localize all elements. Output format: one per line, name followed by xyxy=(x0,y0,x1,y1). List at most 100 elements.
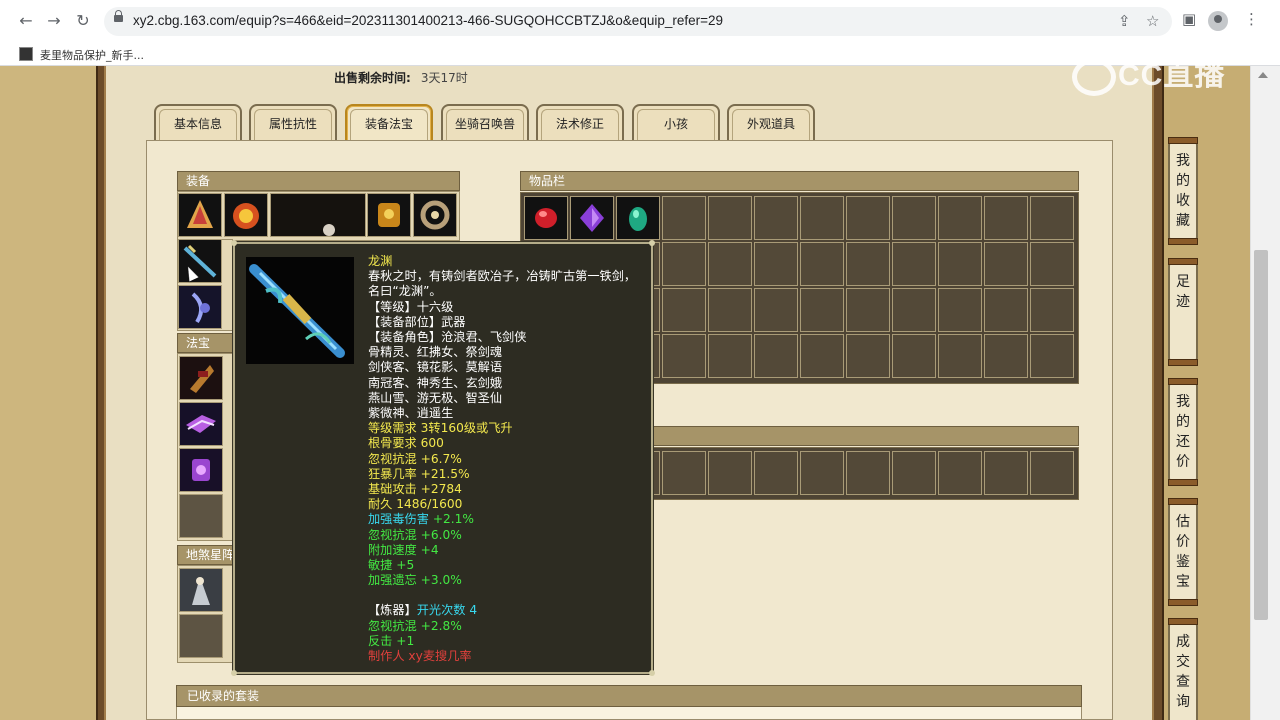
inventory-slot[interactable] xyxy=(754,242,798,286)
address-bar[interactable]: xy2.cbg.163.com/equip?s=466&eid=20231130… xyxy=(104,7,1172,36)
inventory-slot[interactable] xyxy=(846,334,890,378)
valuation-button[interactable]: 估价鉴宝 xyxy=(1168,498,1198,606)
sword-item-icon xyxy=(179,240,221,282)
tab-mounts[interactable]: 坐骑召唤兽 xyxy=(441,104,529,142)
inventory-slot[interactable] xyxy=(892,242,936,286)
bargain-label: 我的还价 xyxy=(1170,392,1196,472)
tab-equipment[interactable]: 装备法宝 xyxy=(345,104,433,142)
equip-slot-shoes[interactable] xyxy=(178,285,222,329)
inventory-slot[interactable] xyxy=(846,196,890,240)
inventory-slot[interactable] xyxy=(938,242,982,286)
storage-slot[interactable] xyxy=(846,451,890,495)
level-requirement: 等级需求 3转160级或飞升 xyxy=(368,421,513,436)
inventory-slot[interactable] xyxy=(892,334,936,378)
tab-appearance[interactable]: 外观道具 xyxy=(727,104,815,142)
storage-slot[interactable] xyxy=(754,451,798,495)
inventory-slot[interactable] xyxy=(662,242,706,286)
inventory-slot[interactable] xyxy=(662,334,706,378)
inventory-slot[interactable] xyxy=(846,242,890,286)
inventory-slot[interactable] xyxy=(754,334,798,378)
menu-kebab-icon[interactable]: ⋮ xyxy=(1244,10,1259,28)
inventory-slot[interactable] xyxy=(846,288,890,332)
durability: 耐久 1486/1600 xyxy=(368,497,463,512)
inventory-slot[interactable] xyxy=(570,196,614,240)
equip-slot-belt[interactable] xyxy=(413,193,457,237)
reload-icon[interactable]: ↻ xyxy=(73,11,93,31)
disha-slot-empty[interactable] xyxy=(179,614,223,658)
disha-slot-1[interactable] xyxy=(179,568,223,612)
storage-slot[interactable] xyxy=(984,451,1028,495)
inventory-slot[interactable] xyxy=(1030,288,1074,332)
storage-slot[interactable] xyxy=(708,451,752,495)
inventory-slot[interactable] xyxy=(616,196,660,240)
tab-attributes[interactable]: 属性抗性 xyxy=(249,104,337,142)
storage-slot[interactable] xyxy=(662,451,706,495)
inventory-slot[interactable] xyxy=(1030,334,1074,378)
inventory-slot[interactable] xyxy=(984,242,1028,286)
equip-slot-weapon[interactable] xyxy=(178,239,222,283)
storage-slot[interactable] xyxy=(892,451,936,495)
inventory-slot[interactable] xyxy=(938,288,982,332)
fabao-book-icon xyxy=(180,403,222,445)
inventory-slot[interactable] xyxy=(708,242,752,286)
item-roles-line: 剑侠客、镜花影、莫解语 xyxy=(368,360,503,375)
equip-slot-hat[interactable] xyxy=(178,193,222,237)
inventory-slot[interactable] xyxy=(754,196,798,240)
storage-slot[interactable] xyxy=(938,451,982,495)
inventory-slot[interactable] xyxy=(938,196,982,240)
item-desc-line: 春秋之时，有铸剑者欧冶子，冶铸旷古第一铁剑， xyxy=(368,269,637,284)
inventory-slot[interactable] xyxy=(708,196,752,240)
browser-toolbar: ← → ↻ xy2.cbg.163.com/equip?s=466&eid=20… xyxy=(0,0,1280,42)
fabao-slot-3[interactable] xyxy=(179,448,223,492)
side-panel-icon[interactable]: ▣ xyxy=(1182,10,1196,28)
storage-slot[interactable] xyxy=(1030,451,1074,495)
scroll-thumb[interactable] xyxy=(1254,250,1268,620)
my-favorites-button[interactable]: 我的收藏 xyxy=(1168,137,1198,245)
bookmark-item[interactable]: 麦里物品保护_新手... xyxy=(40,47,144,63)
inventory-slot[interactable] xyxy=(800,242,844,286)
fabao-slot-2[interactable] xyxy=(179,402,223,446)
storage-slot[interactable] xyxy=(800,451,844,495)
inventory-slot[interactable] xyxy=(984,288,1028,332)
inventory-slot[interactable] xyxy=(662,196,706,240)
tooltip-corner xyxy=(649,240,655,246)
stat-requirement: 根骨要求 600 xyxy=(368,436,444,451)
back-arrow-icon[interactable]: ← xyxy=(16,11,36,31)
tab-label: 装备法宝 xyxy=(364,117,413,131)
valuation-label: 估价鉴宝 xyxy=(1170,512,1196,592)
profile-avatar[interactable] xyxy=(1208,11,1228,31)
inventory-slot[interactable] xyxy=(708,288,752,332)
equip-slot-necklace[interactable] xyxy=(224,193,268,237)
inventory-slot[interactable] xyxy=(800,196,844,240)
inventory-slot[interactable] xyxy=(892,196,936,240)
inventory-slot[interactable] xyxy=(800,288,844,332)
tab-child[interactable]: 小孩 xyxy=(632,104,720,142)
fabao-slot-empty[interactable] xyxy=(179,494,223,538)
inventory-slot[interactable] xyxy=(800,334,844,378)
scroll-up-arrow-icon[interactable] xyxy=(1258,72,1268,78)
inventory-slot[interactable] xyxy=(524,196,568,240)
inventory-slot[interactable] xyxy=(984,196,1028,240)
equip-slot-armor[interactable] xyxy=(367,193,411,237)
right-frame xyxy=(1152,66,1164,720)
inventory-slot[interactable] xyxy=(984,334,1028,378)
extra-attr-first: 加强毒伤害 +2.1% xyxy=(368,512,648,527)
inventory-slot[interactable] xyxy=(1030,242,1074,286)
inventory-slot[interactable] xyxy=(938,334,982,378)
bookmark-star-icon[interactable]: ☆ xyxy=(1146,12,1159,30)
inventory-slot[interactable] xyxy=(708,334,752,378)
share-icon[interactable]: ⇪ xyxy=(1118,12,1131,30)
fabao-slot-1[interactable] xyxy=(179,356,223,400)
url-text[interactable]: xy2.cbg.163.com/equip?s=466&eid=20231130… xyxy=(133,13,723,28)
inventory-slot[interactable] xyxy=(662,288,706,332)
inventory-slot[interactable] xyxy=(892,288,936,332)
tab-spell-correction[interactable]: 法术修正 xyxy=(536,104,624,142)
tab-basic-info[interactable]: 基本信息 xyxy=(154,104,242,142)
footprints-button[interactable]: 足迹 xyxy=(1168,258,1198,366)
inventory-slot[interactable] xyxy=(754,288,798,332)
inventory-slot[interactable] xyxy=(1030,196,1074,240)
my-bargain-button[interactable]: 我的还价 xyxy=(1168,378,1198,486)
forward-arrow-icon[interactable]: → xyxy=(44,11,64,31)
transaction-query-button[interactable]: 成交查询 xyxy=(1168,618,1198,720)
sale-remaining-time: 出售剩余时间: 3天17时 xyxy=(334,69,468,86)
